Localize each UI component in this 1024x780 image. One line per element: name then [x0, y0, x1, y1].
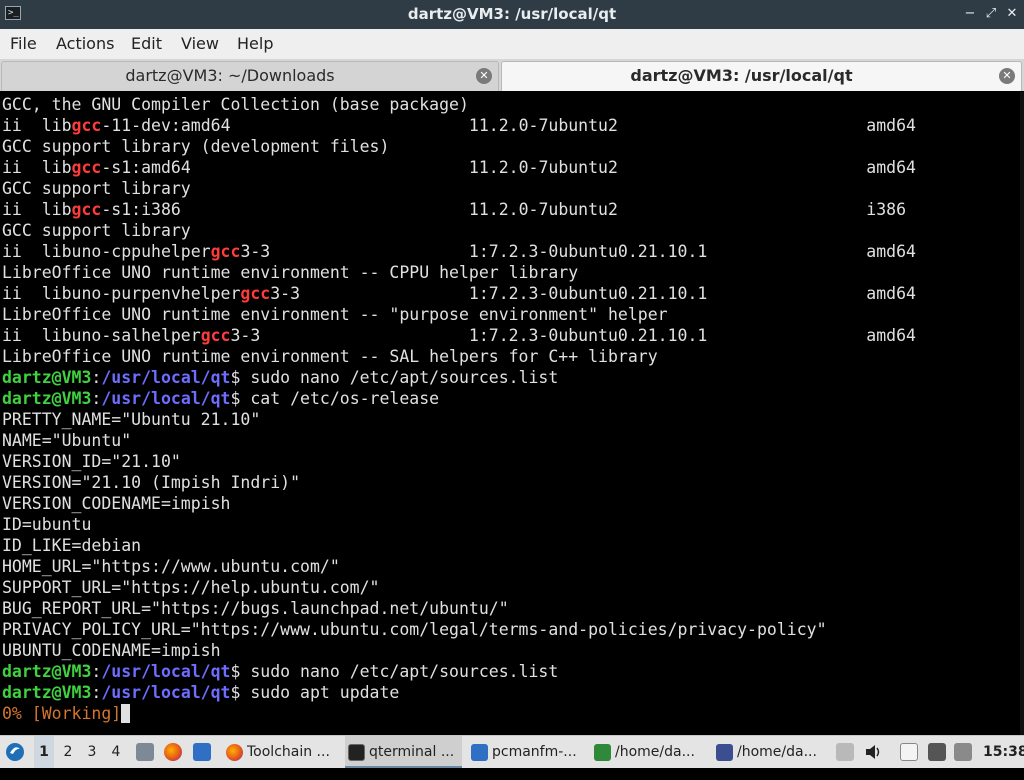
tab-downloads[interactable]: dartz@VM3: ~/Downloads ✕	[1, 61, 499, 91]
terminal-text: GCC, the GNU Compiler Collection (base p…	[2, 95, 916, 723]
tab-label: dartz@VM3: ~/Downloads	[125, 66, 335, 85]
terminal-icon	[348, 744, 365, 761]
close-tab-icon[interactable]: ✕	[999, 68, 1015, 84]
task-label: /home/da...	[737, 744, 817, 760]
task-pcmanfm[interactable]: pcmanfm-...	[468, 736, 585, 768]
maximize-button[interactable]: ⤢	[983, 6, 999, 22]
firefox-launcher-icon[interactable]	[164, 743, 182, 761]
menu-actions[interactable]: Actions	[56, 29, 114, 58]
text-cursor	[121, 704, 131, 723]
menu-edit[interactable]: Edit	[131, 29, 162, 58]
task-home-editor[interactable]: /home/da...	[713, 736, 830, 768]
terminal-output[interactable]: GCC, the GNU Compiler Collection (base p…	[0, 92, 1024, 735]
network-icon[interactable]	[954, 743, 972, 761]
tab-usr-local-qt[interactable]: dartz@VM3: /usr/local/qt ✕	[501, 61, 1022, 91]
workspace-2[interactable]: 2	[58, 736, 78, 768]
task-qterminal[interactable]: qterminal ...	[345, 736, 462, 768]
tab-label: dartz@VM3: /usr/local/qt	[630, 66, 853, 85]
task-label: qterminal ...	[369, 744, 455, 760]
clock[interactable]: 15:38	[983, 736, 1024, 768]
editor-icon	[716, 744, 733, 761]
menu-view[interactable]: View	[181, 29, 219, 58]
workspace-1[interactable]: 1	[34, 736, 54, 768]
task-label: /home/da...	[615, 744, 695, 760]
task-home-notepad[interactable]: /home/da...	[591, 736, 708, 768]
task-label: pcmanfm-...	[492, 744, 577, 760]
taskbar: 1 2 3 4 Toolchain ... qterminal ... pcma…	[0, 735, 1024, 768]
menu-help[interactable]: Help	[237, 29, 273, 58]
notepad-icon	[594, 744, 611, 761]
keyboard-icon[interactable]	[928, 743, 946, 761]
window-title: dartz@VM3: /usr/local/qt	[407, 5, 617, 23]
window-titlebar: >_ dartz@VM3: /usr/local/qt − ⤢ ✕	[0, 0, 1024, 29]
close-tab-icon[interactable]: ✕	[476, 68, 492, 84]
volume-icon[interactable]	[864, 743, 882, 761]
eject-icon[interactable]	[836, 743, 854, 761]
menu-file[interactable]: File	[10, 29, 37, 58]
start-menu-button[interactable]	[4, 736, 26, 768]
task-toolchain-firefox[interactable]: Toolchain ...	[223, 736, 340, 768]
speaker-icon	[866, 745, 880, 759]
clipboard-icon[interactable]	[900, 743, 918, 761]
minimize-button[interactable]: −	[962, 6, 978, 22]
show-desktop-icon[interactable]	[193, 743, 211, 761]
folder-icon	[471, 744, 488, 761]
file-manager-launcher-icon[interactable]	[136, 743, 154, 761]
menu-bar: File Actions Edit View Help	[0, 29, 1024, 60]
workspace-4[interactable]: 4	[106, 736, 126, 768]
lubuntu-logo-icon	[6, 743, 24, 761]
close-button[interactable]: ✕	[1004, 6, 1020, 22]
task-label: Toolchain ...	[247, 744, 330, 760]
terminal-scrollbar[interactable]	[1020, 92, 1024, 735]
workspace-3[interactable]: 3	[82, 736, 102, 768]
tab-bar: dartz@VM3: ~/Downloads ✕ dartz@VM3: /usr…	[0, 59, 1024, 91]
firefox-icon	[226, 744, 243, 761]
